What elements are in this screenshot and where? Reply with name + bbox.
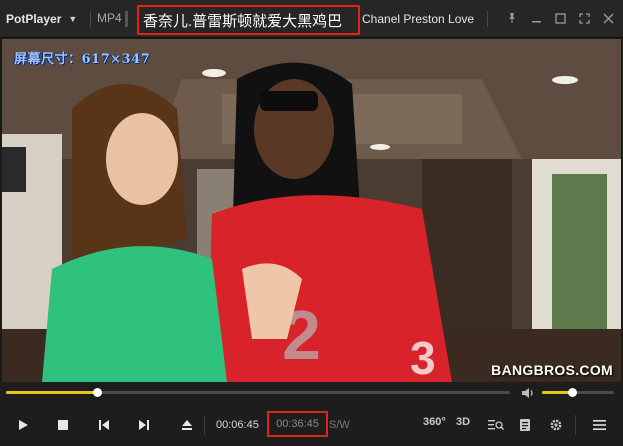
volume-button[interactable] <box>520 385 536 401</box>
codec-mode-label[interactable]: S/W <box>329 419 350 431</box>
settings-button[interactable] <box>543 412 569 438</box>
fullscreen-button[interactable] <box>573 6 595 30</box>
list-search-icon <box>488 420 504 430</box>
title-separator <box>125 11 128 27</box>
next-button[interactable] <box>131 412 157 438</box>
3d-mode-button[interactable]: 3D <box>456 416 470 428</box>
video-frame[interactable]: 3 2 屏幕尺寸：617×347 BANGBROS.COM <box>2 39 621 382</box>
control-bar: 00:06:45 00:36:45 S/W 360° 3D <box>0 404 623 446</box>
play-icon <box>19 420 28 430</box>
close-button[interactable] <box>597 6 619 30</box>
current-time: 00:06:45 <box>216 419 259 431</box>
previous-icon <box>99 420 109 430</box>
previous-button[interactable] <box>91 412 117 438</box>
hamburger-icon <box>592 420 606 430</box>
app-name: PotPlayer <box>6 12 62 26</box>
playlist-search-button[interactable] <box>483 412 509 438</box>
seek-handle[interactable] <box>92 388 102 397</box>
seek-bar[interactable] <box>6 388 510 397</box>
pin-icon <box>509 13 515 23</box>
control-divider <box>575 415 576 435</box>
maximize-icon <box>554 12 566 24</box>
chevron-down-icon: ▼ <box>68 14 78 24</box>
seek-row <box>0 382 623 404</box>
video-title-english: Chanel Preston Love <box>362 12 475 26</box>
window-controls <box>501 6 619 30</box>
volume-slider[interactable] <box>542 388 614 397</box>
title-separator <box>90 11 91 27</box>
main-menu-button[interactable] <box>586 412 612 438</box>
video-title-chinese: 香奈儿.普雷斯顿就爱大黑鸡巴 <box>137 5 360 35</box>
stop-icon <box>58 420 68 430</box>
gear-icon <box>550 419 562 431</box>
vr-360-button[interactable]: 360° <box>423 416 446 428</box>
volume-handle[interactable] <box>568 388 578 397</box>
play-button[interactable] <box>10 412 36 438</box>
subtitle-button[interactable] <box>512 412 538 438</box>
file-format-label: MP4 <box>97 11 122 25</box>
title-bar: PotPlayer ▼ MP4 香奈儿.普雷斯顿就爱大黑鸡巴 Chanel Pr… <box>0 0 623 38</box>
document-icon <box>520 419 530 431</box>
minimize-icon <box>531 20 541 22</box>
control-divider <box>204 415 205 435</box>
video-watermark: BANGBROS.COM <box>491 362 613 378</box>
app-menu-button[interactable]: PotPlayer ▼ <box>6 10 77 28</box>
next-icon <box>139 420 149 430</box>
svg-text:3: 3 <box>410 332 436 382</box>
title-separator <box>487 11 488 27</box>
video-scene: 3 2 <box>2 39 621 382</box>
eject-icon <box>182 420 192 430</box>
speaker-icon <box>522 388 533 398</box>
maximize-button[interactable] <box>549 6 571 30</box>
seek-progress <box>6 391 97 394</box>
total-duration: 00:36:45 <box>267 411 328 437</box>
fullscreen-icon <box>578 12 590 24</box>
pin-button[interactable] <box>501 6 523 30</box>
open-file-button[interactable] <box>174 412 200 438</box>
minimize-button[interactable] <box>525 6 547 30</box>
close-icon <box>603 13 613 23</box>
screen-size-osd: 屏幕尺寸：617×347 <box>14 52 151 67</box>
stop-button[interactable] <box>50 412 76 438</box>
